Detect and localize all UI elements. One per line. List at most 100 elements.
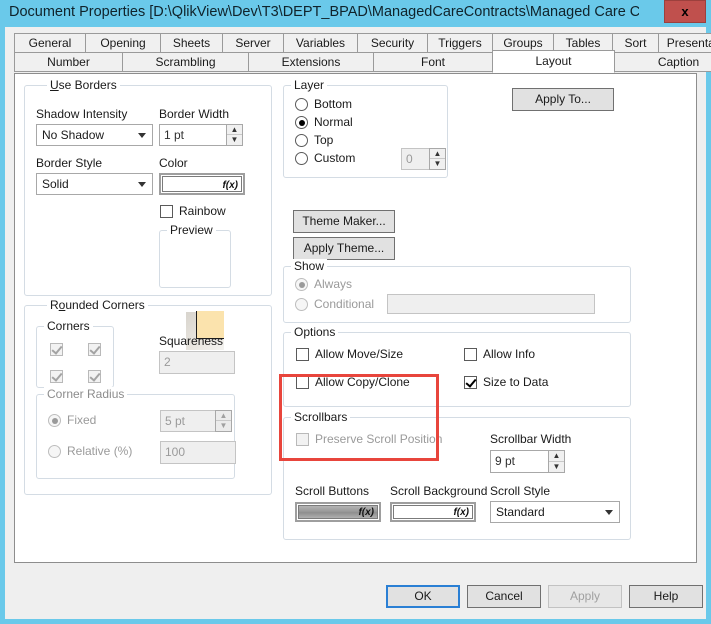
corner-radius-fixed-input[interactable]: 5 pt (160, 410, 216, 432)
tab-triggers[interactable]: Triggers (427, 33, 493, 53)
tab-server[interactable]: Server (222, 33, 284, 53)
border-color-fx-label[interactable]: f(x) (222, 180, 238, 191)
document-properties-window: Document Properties [D:\QlikView\Dev\T3\… (0, 0, 711, 624)
corners-group-label: Corners (44, 319, 93, 333)
preserve-scroll-position-checkbox[interactable] (296, 433, 309, 446)
border-color-field[interactable]: f(x) (159, 173, 245, 195)
corners-group: Corners (36, 319, 114, 388)
show-conditional-label: Conditional (314, 297, 375, 311)
layer-top-label: Top (314, 133, 334, 147)
size-to-data-checkbox[interactable] (464, 376, 477, 389)
scroll-style-label: Scroll Style (490, 484, 551, 498)
scroll-background-color-swatch: f(x) (393, 505, 473, 519)
stepper-down-icon[interactable]: ▼ (216, 421, 231, 431)
rounded-corners-group: Rounded Corners Corners Squareness 2 Cor… (24, 298, 272, 495)
tab-sort[interactable]: Sort (612, 33, 659, 53)
tab-opening[interactable]: Opening (85, 33, 161, 53)
layer-bottom-label: Bottom (314, 97, 353, 111)
scroll-style-combo[interactable]: Standard (490, 501, 620, 523)
corner-radius-fixed-stepper[interactable]: ▲ ▼ (215, 410, 232, 432)
tab-presentation[interactable]: Presentation (658, 33, 711, 53)
corner-top-left-checkbox[interactable] (50, 343, 63, 356)
apply-theme-button[interactable]: Apply Theme... (293, 237, 395, 260)
shadow-intensity-value: No Shadow (42, 128, 105, 142)
scroll-background-fx-label[interactable]: f(x) (453, 507, 469, 518)
stepper-up-icon[interactable]: ▲ (216, 411, 231, 421)
layer-bottom-radio[interactable] (295, 98, 308, 111)
allow-copy-clone-checkbox[interactable] (296, 376, 309, 389)
border-width-input[interactable]: 1 pt (159, 124, 227, 146)
layout-tab-panel: Use Borders Shadow Intensity No Shadow B… (14, 73, 697, 563)
corner-radius-fixed-radio[interactable] (48, 414, 61, 427)
layer-normal-radio[interactable] (295, 116, 308, 129)
theme-maker-button[interactable]: Theme Maker... (293, 210, 395, 233)
corner-bottom-left-checkbox[interactable] (50, 370, 63, 383)
border-width-label: Border Width (159, 107, 230, 121)
tab-number[interactable]: Number (14, 52, 123, 72)
tab-scrambling[interactable]: Scrambling (122, 52, 249, 72)
border-style-combo[interactable]: Solid (36, 173, 153, 195)
apply-button[interactable]: Apply (548, 585, 622, 608)
scroll-background-label: Scroll Background (390, 484, 488, 498)
title-bar: Document Properties [D:\QlikView\Dev\T3\… (0, 0, 711, 27)
tab-security[interactable]: Security (357, 33, 428, 53)
corner-top-right-checkbox[interactable] (88, 343, 101, 356)
show-conditional-input[interactable] (387, 294, 595, 314)
rounded-corners-accel: o (58, 298, 66, 312)
show-always-radio[interactable] (295, 278, 308, 291)
border-style-label: Border Style (36, 156, 103, 170)
border-width-stepper[interactable]: ▲ ▼ (226, 124, 243, 146)
squareness-label: Squareness (159, 334, 224, 348)
stepper-up-icon[interactable]: ▲ (227, 125, 242, 135)
allow-move-size-checkbox[interactable] (296, 348, 309, 361)
tab-general[interactable]: General (14, 33, 86, 53)
tab-sheets[interactable]: Sheets (160, 33, 223, 53)
preview-group: Preview (159, 223, 231, 288)
tab-caption[interactable]: Caption (614, 52, 711, 72)
cancel-button[interactable]: Cancel (467, 585, 541, 608)
tab-layout[interactable]: Layout (492, 50, 615, 73)
show-conditional-radio[interactable] (295, 298, 308, 311)
rounded-corners-group-label: Rounded Corners (47, 298, 148, 312)
stepper-down-icon[interactable]: ▼ (227, 135, 242, 145)
use-borders-group-label: Use Borders (47, 78, 120, 92)
scroll-buttons-color-field[interactable]: f(x) (295, 502, 381, 522)
chevron-down-icon (605, 510, 613, 515)
ok-button[interactable]: OK (386, 585, 460, 608)
use-borders-group: Use Borders Shadow Intensity No Shadow B… (24, 78, 272, 296)
apply-to-button[interactable]: Apply To... (512, 88, 614, 111)
layer-top-radio[interactable] (295, 134, 308, 147)
help-button[interactable]: Help (629, 585, 703, 608)
stepper-down-icon[interactable]: ▼ (549, 461, 564, 472)
scrollbar-width-input[interactable]: 9 pt (490, 450, 549, 473)
options-group: Options Allow Move/Size Allow Copy/Clone… (283, 325, 631, 407)
tab-variables[interactable]: Variables (283, 33, 358, 53)
corner-radius-group-label: Corner Radius (44, 387, 128, 401)
preview-label: Preview (167, 223, 216, 237)
scroll-buttons-fx-label[interactable]: f(x) (358, 507, 374, 518)
squareness-input[interactable]: 2 (159, 351, 235, 374)
scroll-buttons-label: Scroll Buttons (295, 484, 370, 498)
corner-radius-relative-radio[interactable] (48, 445, 61, 458)
tab-extensions[interactable]: Extensions (248, 52, 374, 72)
allow-copy-clone-label: Allow Copy/Clone (315, 375, 410, 389)
layer-custom-radio[interactable] (295, 152, 308, 165)
show-always-label: Always (314, 277, 353, 291)
corner-radius-relative-input[interactable]: 100 (160, 441, 236, 464)
stepper-up-icon[interactable]: ▲ (549, 451, 564, 462)
tab-font[interactable]: Font (373, 52, 493, 72)
layer-custom-stepper[interactable]: ▲ ▼ (429, 148, 446, 170)
scrollbar-width-stepper[interactable]: ▲ ▼ (548, 450, 565, 473)
layer-custom-input[interactable]: 0 (401, 148, 430, 170)
allow-info-checkbox[interactable] (464, 348, 477, 361)
stepper-down-icon[interactable]: ▼ (430, 159, 445, 169)
scroll-style-value: Standard (496, 505, 545, 519)
corner-bottom-right-checkbox[interactable] (88, 370, 101, 383)
scroll-background-color-field[interactable]: f(x) (390, 502, 476, 522)
close-icon[interactable]: x (664, 0, 706, 23)
use-borders-label-rest: se Borders (58, 78, 117, 92)
rainbow-checkbox[interactable] (160, 205, 173, 218)
stepper-up-icon[interactable]: ▲ (430, 149, 445, 159)
shadow-intensity-combo[interactable]: No Shadow (36, 124, 153, 146)
scrollbars-group-label: Scrollbars (291, 410, 351, 424)
